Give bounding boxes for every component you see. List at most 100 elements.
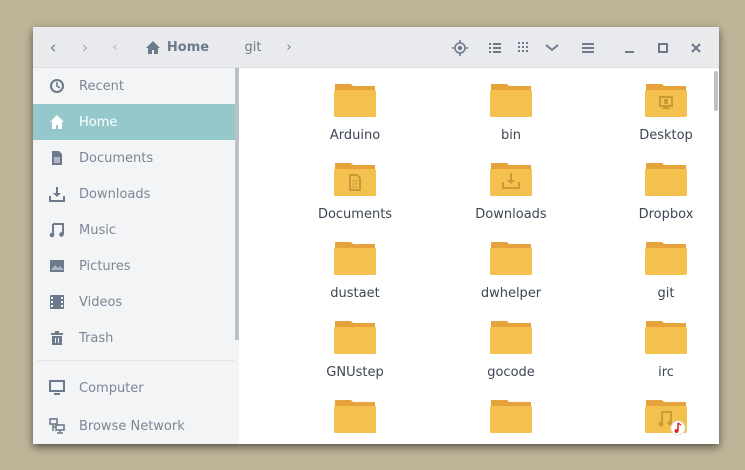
folder-icon [645,321,687,354]
sidebar-item-documents[interactable]: Documents [33,140,235,176]
sidebar-item-browse-network[interactable]: Browse Network [33,408,235,444]
folder-item[interactable]: dwhelper [436,240,586,301]
menu-button[interactable] [577,27,599,68]
sidebar-item-label: Videos [79,294,123,310]
folder-name: Desktop [639,128,693,143]
sidebar-item-label: Recent [79,78,124,94]
sidebar-item-label: Documents [79,150,154,166]
location-icon [452,39,468,56]
sidebar-item-music[interactable]: Music [33,212,235,248]
grid-view-icon [517,42,528,52]
minimize-button[interactable] [619,27,641,68]
music-icon [49,223,64,238]
computer-icon [49,380,65,395]
folder-item[interactable]: irc [591,319,719,380]
back-icon: ‹ [49,37,57,58]
sidebar-item-trash[interactable]: Trash [33,320,235,356]
folder-name: Documents [317,207,393,222]
folder-icon [490,400,532,433]
video-icon [50,295,64,309]
folder-icon [334,321,376,354]
sidebar-scrollbar[interactable] [235,68,239,340]
path-home-button[interactable]: Home [141,27,213,68]
folder-icon [645,163,687,196]
chevron-right-icon: › [286,40,292,55]
folder-name: bin [500,128,522,143]
folder-name: git [657,286,675,301]
minimize-icon [625,50,634,53]
path-home-label: Home [166,40,210,55]
folder-icon [490,321,532,354]
home-icon [50,115,64,129]
file-manager-window: ‹ › ‹ Home git › Recent Home Documents Down… [33,27,719,444]
forward-icon: › [81,37,89,58]
folder-name: Dropbox [638,207,694,222]
maximize-button[interactable] [652,27,674,68]
folder-item[interactable]: git [591,240,719,301]
folder-icon [334,84,376,117]
sidebar-item-videos[interactable]: Videos [33,284,235,320]
sidebar-item-label: Music [79,222,116,238]
folder-name: Arduino [329,128,381,143]
folder-name: GNUstep [326,365,384,380]
recent-icon [50,79,64,93]
folder-icon [645,84,687,117]
picture-icon [50,260,64,272]
home-icon [145,41,160,54]
folder-icon [645,242,687,275]
maximize-icon [658,42,668,53]
folder-item[interactable]: Downloads [436,161,586,222]
sidebar-item-downloads[interactable]: Downloads [33,176,235,212]
folder-icon [490,163,532,196]
sidebar-item-label: Trash [79,330,114,346]
folder-item[interactable]: Desktop [591,82,719,143]
forward-button[interactable]: › [75,27,95,68]
folder-item[interactable] [436,398,586,434]
folder-icon [334,400,376,433]
folder-name: Downloads [475,207,547,222]
sidebar: Recent Home Documents Downloads Music Picture… [33,68,239,444]
hamburger-menu-icon [582,42,594,53]
folder-item[interactable] [280,398,430,434]
folder-name: dustaet [330,286,380,301]
sidebar-item-label: Downloads [79,186,151,202]
sidebar-item-home[interactable]: Home [33,104,235,140]
document-icon [52,151,62,165]
path-git-label: git [244,40,262,55]
folder-item[interactable]: GNUstep [280,319,430,380]
location-button[interactable] [449,27,471,68]
sidebar-item-recent[interactable]: Recent [33,68,235,104]
grid-view-button[interactable] [512,27,534,68]
folder-item[interactable]: gocode [436,319,586,380]
sidebar-item-pictures[interactable]: Pictures [33,248,235,284]
sidebar-item-label: Pictures [79,258,131,274]
folder-name: irc [658,365,674,380]
network-icon [49,418,65,434]
list-view-icon [489,42,501,53]
folder-item[interactable]: Dropbox [591,161,719,222]
path-git-button[interactable]: git [233,27,273,68]
sidebar-item-label: Browse Network [79,418,185,434]
sidebar-item-computer[interactable]: Computer [33,370,235,406]
folder-name: gocode [487,365,535,380]
close-button[interactable] [685,27,707,68]
folder-item[interactable]: Documents [280,161,430,222]
path-scroll-right-button[interactable]: › [281,27,297,68]
folder-item[interactable] [591,398,719,436]
view-options-button[interactable] [541,27,563,68]
path-scroll-left-button[interactable]: ‹ [107,27,123,68]
back-button[interactable]: ‹ [43,27,63,68]
folder-item[interactable]: Arduino [280,82,430,143]
close-icon [691,42,701,53]
trash-icon [51,331,63,345]
folder-item[interactable]: dustaet [280,240,430,301]
folder-icon [334,163,376,196]
folder-item[interactable]: bin [436,82,586,143]
sidebar-divider [37,360,235,361]
folder-icon [334,242,376,275]
folder-icon [490,84,532,117]
download-icon [49,187,65,202]
header-bar: ‹ › ‹ Home git › [33,27,719,68]
list-view-button[interactable] [484,27,506,68]
chevron-left-icon: ‹ [112,40,118,55]
